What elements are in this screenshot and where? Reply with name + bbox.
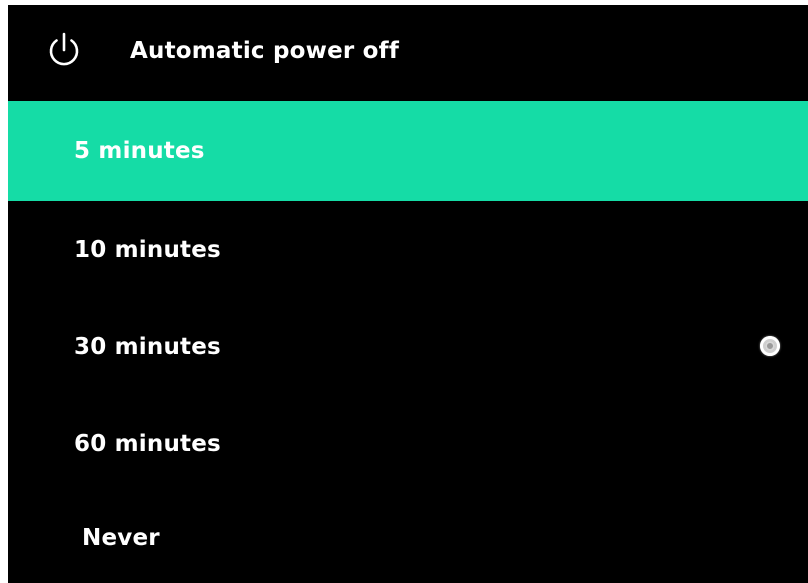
option-label: 60 minutes: [74, 430, 221, 457]
option-label: Never: [82, 524, 160, 551]
option-label: 5 minutes: [74, 138, 205, 164]
header-bar: Automatic power off: [8, 5, 808, 101]
page-title: Automatic power off: [130, 38, 400, 64]
option-60-minutes[interactable]: 60 minutes: [8, 395, 808, 492]
option-label: 30 minutes: [74, 333, 221, 360]
option-10-minutes[interactable]: 10 minutes: [8, 201, 808, 298]
option-30-minutes[interactable]: 30 minutes: [8, 298, 808, 395]
option-never[interactable]: Never: [8, 492, 808, 583]
auto-power-off-screen: Automatic power off 5 minutes 10 minutes…: [8, 5, 808, 583]
option-label: 10 minutes: [74, 236, 221, 263]
power-icon: [44, 31, 84, 71]
option-5-minutes[interactable]: 5 minutes: [8, 101, 808, 201]
radio-selected-icon: [760, 336, 780, 356]
